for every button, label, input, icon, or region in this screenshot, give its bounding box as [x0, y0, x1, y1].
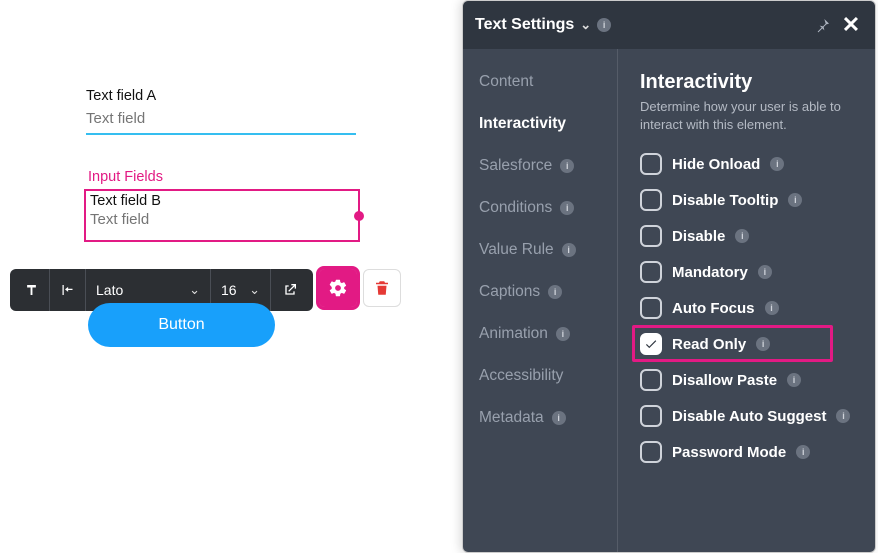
- text-field-a-block: Text field A: [86, 88, 356, 135]
- section-title: Interactivity: [640, 71, 857, 94]
- info-icon[interactable]: i: [552, 411, 566, 425]
- info-icon[interactable]: i: [735, 229, 749, 243]
- info-icon[interactable]: i: [756, 337, 770, 351]
- nav-item-animation[interactable]: Animation i: [479, 325, 617, 343]
- checkbox[interactable]: [640, 333, 662, 355]
- section-label: Input Fields: [88, 169, 360, 185]
- checkbox[interactable]: [640, 441, 662, 463]
- info-icon[interactable]: i: [788, 193, 802, 207]
- option-label: Auto Focus: [672, 300, 755, 317]
- checkbox[interactable]: [640, 261, 662, 283]
- trash-icon: [373, 279, 391, 297]
- nav-item-label: Accessibility: [479, 367, 563, 385]
- panel-title[interactable]: Text Settings ⌄ i: [475, 16, 611, 34]
- canvas-button[interactable]: Button: [88, 303, 275, 347]
- settings-content: Interactivity Determine how your user is…: [618, 49, 875, 552]
- option-auto-focus[interactable]: Auto Focus i: [640, 297, 857, 319]
- nav-item-label: Interactivity: [479, 115, 566, 133]
- option-label: Disable: [672, 228, 725, 245]
- nav-item-value-rule[interactable]: Value Rule i: [479, 241, 617, 259]
- font-size-value: 16: [221, 282, 237, 298]
- pin-icon[interactable]: [815, 17, 839, 33]
- info-icon[interactable]: i: [560, 159, 574, 173]
- checkbox[interactable]: [640, 369, 662, 391]
- nav-item-label: Conditions: [479, 199, 552, 217]
- selection-box: Text field B: [84, 189, 360, 242]
- font-family-value: Lato: [96, 282, 123, 298]
- option-disable-tooltip[interactable]: Disable Tooltip i: [640, 189, 857, 211]
- option-label: Mandatory: [672, 264, 748, 281]
- option-label: Hide Onload: [672, 156, 760, 173]
- option-disable[interactable]: Disable i: [640, 225, 857, 247]
- selected-field-b[interactable]: Input Fields Text field B: [84, 169, 360, 242]
- panel-title-text: Text Settings: [475, 16, 574, 34]
- option-label: Read Only: [672, 336, 746, 353]
- field-b-label: Text field B: [90, 193, 354, 209]
- settings-panel: Text Settings ⌄ i ✕ Content Interactivity…: [462, 0, 876, 553]
- nav-item-accessibility[interactable]: Accessibility: [479, 367, 617, 385]
- option-disallow-paste[interactable]: Disallow Paste i: [640, 369, 857, 391]
- panel-header: Text Settings ⌄ i ✕: [463, 1, 875, 49]
- checkbox[interactable]: [640, 153, 662, 175]
- text-field-b-input[interactable]: [90, 209, 354, 230]
- resize-handle-right[interactable]: [354, 211, 364, 221]
- settings-nav: ContentInteractivitySalesforceiCondition…: [463, 49, 618, 552]
- option-disable-auto-suggest[interactable]: Disable Auto Suggest i: [640, 405, 857, 427]
- option-mandatory[interactable]: Mandatory i: [640, 261, 857, 283]
- chevron-down-icon: ⌄: [189, 282, 200, 298]
- info-icon[interactable]: i: [796, 445, 810, 459]
- settings-button[interactable]: [319, 269, 357, 307]
- canvas: Text field A Input Fields Text field B L…: [0, 0, 460, 553]
- option-label: Password Mode: [672, 444, 786, 461]
- nav-item-label: Captions: [479, 283, 540, 301]
- nav-item-interactivity[interactable]: Interactivity: [479, 115, 617, 133]
- interactivity-options: Hide OnloadiDisable TooltipiDisableiMand…: [640, 153, 857, 463]
- info-icon[interactable]: i: [556, 327, 570, 341]
- panel-body: ContentInteractivitySalesforceiCondition…: [463, 49, 875, 552]
- delete-button[interactable]: [363, 269, 401, 307]
- section-desc: Determine how your user is able to inter…: [640, 98, 857, 133]
- option-password-mode[interactable]: Password Mode i: [640, 441, 857, 463]
- info-icon[interactable]: i: [548, 285, 562, 299]
- info-icon[interactable]: i: [770, 157, 784, 171]
- option-label: Disallow Paste: [672, 372, 777, 389]
- nav-item-label: Value Rule: [479, 241, 554, 259]
- nav-item-label: Metadata: [479, 409, 544, 427]
- text-field-a-input[interactable]: [86, 106, 356, 135]
- chevron-down-icon: ⌄: [580, 17, 591, 33]
- nav-item-conditions[interactable]: Conditions i: [479, 199, 617, 217]
- text-tool-icon[interactable]: [14, 269, 50, 311]
- close-icon[interactable]: ✕: [839, 12, 863, 38]
- nav-item-captions[interactable]: Captions i: [479, 283, 617, 301]
- option-label: Disable Auto Suggest: [672, 408, 826, 425]
- info-icon[interactable]: i: [836, 409, 850, 423]
- open-external-icon[interactable]: [271, 269, 309, 311]
- nav-item-label: Animation: [479, 325, 548, 343]
- option-label: Disable Tooltip: [672, 192, 778, 209]
- nav-item-salesforce[interactable]: Salesforce i: [479, 157, 617, 175]
- nav-item-metadata[interactable]: Metadata i: [479, 409, 617, 427]
- nav-item-content[interactable]: Content: [479, 73, 617, 91]
- gear-icon: [328, 278, 348, 298]
- checkbox[interactable]: [640, 189, 662, 211]
- checkbox[interactable]: [640, 297, 662, 319]
- info-icon[interactable]: i: [765, 301, 779, 315]
- nav-item-label: Content: [479, 73, 533, 91]
- info-icon[interactable]: i: [597, 18, 611, 32]
- checkbox[interactable]: [640, 225, 662, 247]
- info-icon[interactable]: i: [758, 265, 772, 279]
- info-icon[interactable]: i: [560, 201, 574, 215]
- field-a-label: Text field A: [86, 88, 356, 104]
- align-icon[interactable]: [50, 269, 86, 311]
- option-hide-onload[interactable]: Hide Onload i: [640, 153, 857, 175]
- nav-item-label: Salesforce: [479, 157, 552, 175]
- checkbox[interactable]: [640, 405, 662, 427]
- info-icon[interactable]: i: [562, 243, 576, 257]
- info-icon[interactable]: i: [787, 373, 801, 387]
- option-read-only[interactable]: Read Only i: [640, 333, 857, 355]
- chevron-down-icon: ⌄: [249, 282, 260, 298]
